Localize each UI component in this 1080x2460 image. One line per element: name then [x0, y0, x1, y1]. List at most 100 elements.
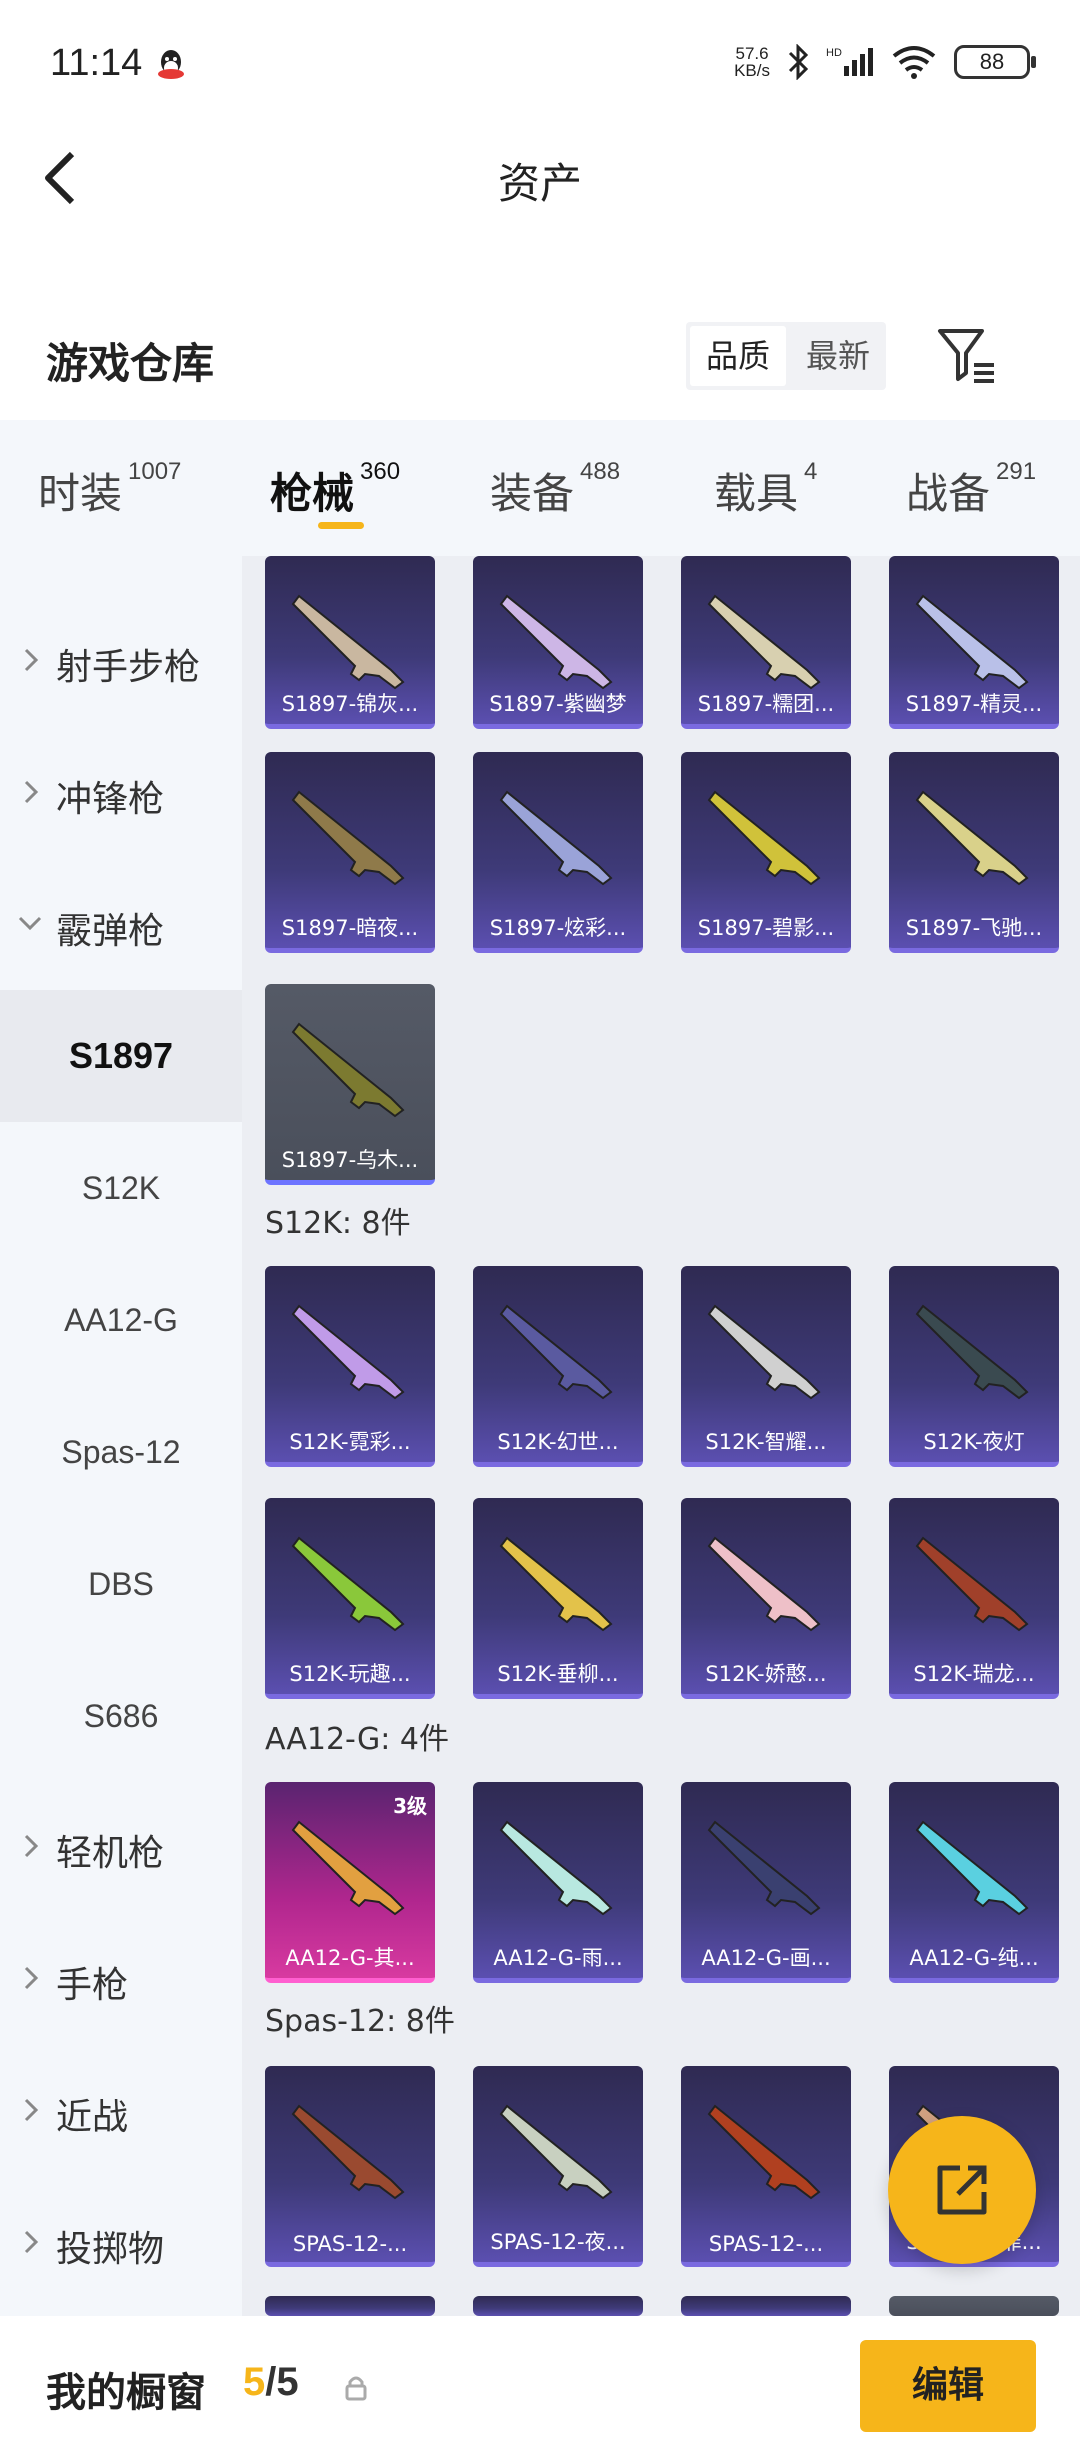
tab-count: 360	[360, 458, 401, 485]
section-title-spas12: Spas-12: 8件	[265, 2004, 455, 2039]
skin-card-label: AA12-G-其...	[285, 1946, 415, 1970]
warehouse-title: 游戏仓库	[46, 339, 215, 388]
sidebar-sub-spas12[interactable]: Spas-12	[0, 1386, 242, 1518]
sidebar-item-melee[interactable]: 近战	[0, 2046, 242, 2178]
sidebar-item-label: 手枪	[56, 1965, 129, 2006]
weapon-image-icon	[499, 594, 613, 690]
showcase-separator: /	[265, 2360, 277, 2404]
signal-icon: HD	[826, 47, 873, 76]
skin-card[interactable]: S1897-飞驰...	[889, 752, 1059, 953]
skin-card[interactable]: AA12-G-其... 3级	[265, 1782, 435, 1983]
skin-card[interactable]	[681, 2296, 851, 2316]
chevron-right-icon	[24, 2098, 39, 2122]
edit-button[interactable]: 编辑	[860, 2340, 1036, 2432]
skin-card-label: S1897-碧影...	[697, 916, 835, 940]
sidebar-item-shotgun[interactable]: 霰弹枪	[0, 860, 242, 992]
skin-card[interactable]	[265, 2296, 435, 2316]
skin-card-label: SPAS-12-...	[292, 2232, 408, 2256]
skin-card[interactable]: S12K-垂柳...	[473, 1498, 643, 1699]
showcase-current: 5	[243, 2360, 266, 2404]
tab-vehicles[interactable]: 载具 4	[714, 458, 817, 521]
skin-card[interactable]: S1897-紫幽梦	[473, 556, 643, 729]
weapon-image-icon	[291, 1022, 405, 1118]
skin-card[interactable]: AA12-G-纯...	[889, 1782, 1059, 1983]
weapon-image-icon	[499, 1536, 613, 1632]
net-speed: 57.6 KB/s	[734, 45, 770, 79]
skin-card[interactable]: S12K-智耀...	[681, 1266, 851, 1467]
weapon-image-icon	[915, 594, 1029, 690]
skin-card[interactable]: S12K-夜灯	[889, 1266, 1059, 1467]
tab-count: 488	[580, 458, 621, 485]
skin-card[interactable]: S1897-锦灰...	[265, 556, 435, 729]
weapon-image-icon	[915, 1820, 1029, 1916]
sidebar-item-label: 射手步枪	[56, 647, 201, 688]
skin-card-label: S1897-紫幽梦	[489, 692, 627, 716]
sidebar-sub-s12k[interactable]: S12K	[0, 1122, 242, 1254]
tab-label: 装备	[490, 469, 575, 518]
skin-card-label: S1897-锦灰...	[281, 692, 419, 716]
sidebar-sub-s1897[interactable]: S1897	[0, 990, 242, 1122]
skin-card[interactable]: SPAS-12-...	[681, 2066, 851, 2267]
sidebar-sub-s686[interactable]: S686	[0, 1650, 242, 1782]
sort-quality-button[interactable]: 品质	[690, 326, 786, 386]
tab-label: 时装	[38, 469, 123, 518]
level-badge: 3级	[393, 1794, 427, 1818]
tab-label: 载具	[714, 469, 799, 518]
net-speed-unit: KB/s	[734, 61, 770, 80]
skin-card-label: S12K-幻世...	[497, 1430, 619, 1454]
skin-card[interactable]: SPAS-12-...	[265, 2066, 435, 2267]
skin-card[interactable]: S1897-精灵...	[889, 556, 1059, 729]
skin-card[interactable]: S12K-玩趣...	[265, 1498, 435, 1699]
skin-card[interactable]: S1897-乌木...	[265, 984, 435, 1185]
skin-card-label: S1897-暗夜...	[281, 916, 419, 940]
sidebar-item-lmg[interactable]: 轻机枪	[0, 1782, 242, 1914]
tab-equipment[interactable]: 装备 488	[490, 458, 621, 521]
section-title-s12k: S12K: 8件	[265, 1206, 411, 1241]
weapon-image-icon	[707, 790, 821, 886]
tab-label: 战备	[906, 469, 991, 518]
sidebar-item-smg[interactable]: 冲锋枪	[0, 728, 242, 860]
weapon-image-icon	[707, 1820, 821, 1916]
chevron-down-icon	[18, 916, 42, 931]
status-bar: 11:14 57.6 KB/s HD 88	[0, 0, 1080, 140]
skin-card[interactable]: S1897-糯团...	[681, 556, 851, 729]
tab-fashion[interactable]: 时装 1007	[38, 458, 181, 521]
skin-card[interactable]: S12K-娇憨...	[681, 1498, 851, 1699]
skin-card[interactable]: SPAS-12-夜...	[473, 2066, 643, 2267]
net-speed-value: 57.6	[735, 44, 769, 63]
sidebar-item-marksman-rifle[interactable]: 射手步枪	[0, 596, 242, 728]
skin-card-label: S12K-夜灯	[923, 1430, 1025, 1454]
tab-supplies[interactable]: 战备 291	[906, 458, 1037, 521]
skin-card[interactable]: S1897-暗夜...	[265, 752, 435, 953]
skin-card-label: S1897-乌木...	[281, 1148, 419, 1172]
filter-icon[interactable]	[936, 325, 998, 387]
skin-card-label: S12K-娇憨...	[705, 1662, 827, 1686]
skin-card-label: S1897-糯团...	[697, 692, 835, 716]
tab-firearms[interactable]: 枪械 360	[270, 458, 401, 521]
skin-card[interactable]: AA12-G-雨...	[473, 1782, 643, 1983]
sidebar-item-throwable[interactable]: 投掷物	[0, 2178, 242, 2310]
skin-card[interactable]: S12K-幻世...	[473, 1266, 643, 1467]
weapon-image-icon	[291, 2104, 405, 2200]
skin-card-label: AA12-G-雨...	[493, 1946, 623, 1970]
tab-count: 291	[996, 458, 1037, 485]
skin-card[interactable]: S1897-碧影...	[681, 752, 851, 953]
sidebar-sub-dbs[interactable]: DBS	[0, 1518, 242, 1650]
skin-card[interactable]: AA12-G-画...	[681, 1782, 851, 1983]
sidebar-item-label: 近战	[56, 2097, 129, 2138]
skin-card-label: S1897-飞驰...	[905, 916, 1043, 940]
sort-newest-button[interactable]: 最新	[790, 322, 886, 390]
share-button[interactable]	[888, 2116, 1036, 2264]
skin-card[interactable]: S1897-炫彩...	[473, 752, 643, 953]
skin-card[interactable]	[889, 2296, 1059, 2316]
sidebar-item-pistol[interactable]: 手枪	[0, 1914, 242, 2046]
skin-card[interactable]: S12K-霓彩...	[265, 1266, 435, 1467]
page-title: 资产	[497, 159, 582, 208]
sidebar-sub-aa12g[interactable]: AA12-G	[0, 1254, 242, 1386]
skin-card-label: S1897-精灵...	[905, 692, 1043, 716]
chevron-right-icon	[24, 648, 39, 672]
skin-card[interactable]: S12K-瑞龙...	[889, 1498, 1059, 1699]
showcase-count: 5/5	[243, 2360, 299, 2405]
status-time: 11:14	[50, 42, 143, 84]
skin-card[interactable]	[473, 2296, 643, 2316]
